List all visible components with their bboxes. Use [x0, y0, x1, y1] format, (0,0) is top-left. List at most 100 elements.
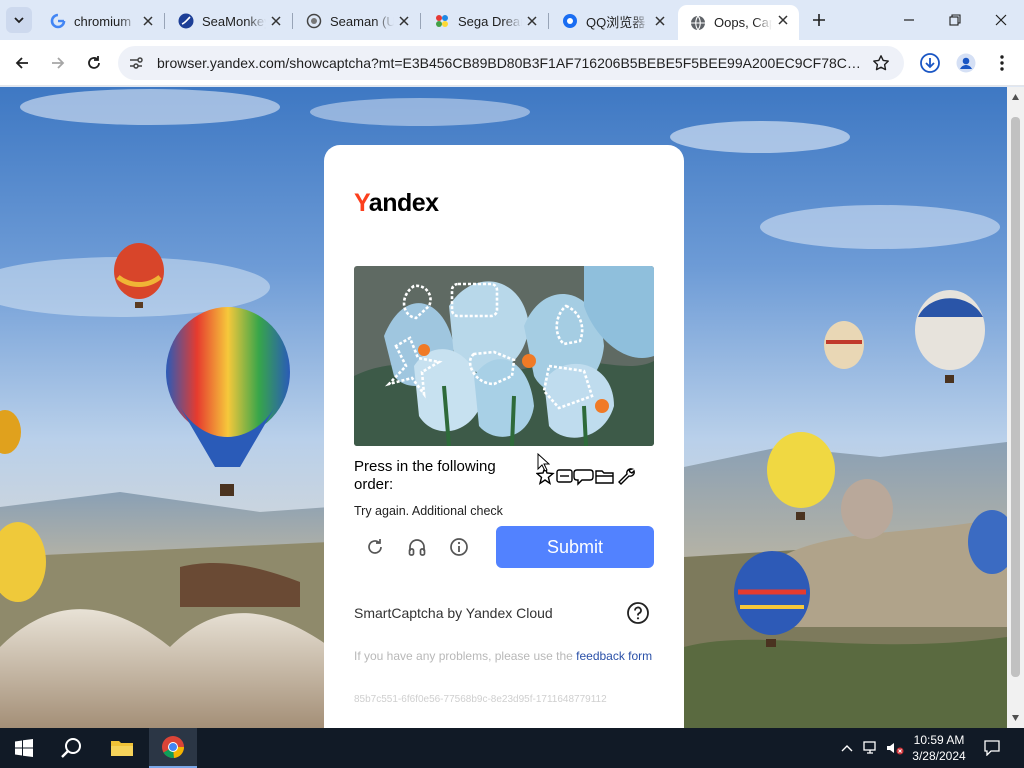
tab-seaman[interactable]: Seaman (U [294, 6, 421, 36]
tab-separator [164, 13, 165, 29]
seaman-icon [306, 13, 322, 29]
forward-button[interactable] [46, 51, 70, 75]
captcha-task-image[interactable] [354, 266, 654, 446]
sega-icon [434, 13, 450, 29]
plus-icon [813, 14, 825, 26]
site-info-icon[interactable] [128, 55, 144, 71]
smartcaptcha-brand-text: SmartCaptcha by Yandex Cloud [354, 605, 553, 621]
volume-muted-icon [887, 743, 904, 755]
clock-date: 3/28/2024 [912, 749, 966, 763]
tab-qq[interactable]: QQ浏览器 [550, 6, 676, 36]
arrow-right-icon [52, 57, 65, 69]
tab-separator [548, 13, 549, 29]
search-icon [61, 738, 81, 758]
bookmark-star-icon[interactable] [872, 54, 890, 72]
close-tab-icon[interactable] [140, 13, 156, 29]
page-scrollbar[interactable] [1007, 87, 1024, 728]
chrome-icon [162, 736, 185, 759]
captcha-info-button[interactable] [447, 535, 471, 559]
new-tab-button[interactable] [808, 9, 830, 31]
arrow-left-icon [15, 57, 28, 69]
notifications-button[interactable] [980, 728, 1004, 768]
submit-button[interactable]: Submit [496, 526, 654, 568]
tab-chromium[interactable]: chromium [38, 6, 165, 36]
download-icon [920, 53, 940, 73]
chrome-taskbar-button[interactable] [149, 728, 197, 768]
audio-captcha-button[interactable] [405, 535, 429, 559]
qq-icon [562, 13, 578, 29]
tab-title: Seaman (U [330, 13, 394, 29]
info-icon [450, 538, 468, 556]
tab-oops-captcha[interactable]: Oops, Captcha [678, 5, 799, 40]
notification-icon [984, 740, 1000, 756]
minimize-icon [904, 19, 914, 21]
network-tray-button[interactable] [860, 728, 882, 768]
google-icon [50, 13, 66, 29]
globe-icon [690, 15, 706, 31]
url-text[interactable]: browser.yandex.com/showcaptcha?mt=E3B456… [157, 55, 863, 71]
captcha-flowers-image [354, 266, 654, 446]
folder-icon [111, 741, 133, 756]
yandex-logo: Yandex [354, 189, 439, 217]
taskbar-clock[interactable]: 10:59 AM 3/28/2024 [908, 732, 970, 764]
browser-toolbar: browser.yandex.com/showcaptcha?mt=E3B456… [0, 40, 1024, 86]
downloads-button[interactable] [918, 51, 942, 75]
close-tab-icon[interactable] [268, 13, 284, 29]
tab-sega[interactable]: Sega Dreamcast [422, 6, 549, 36]
request-id: 85b7c551-6f6f0e56-77568b9c-8e23d95f-1711… [354, 694, 607, 705]
order-icons-sequence [535, 464, 636, 487]
tab-title: Oops, Captcha [714, 15, 772, 30]
profile-button[interactable] [954, 51, 978, 75]
minus-box-icon [556, 469, 573, 483]
close-tab-icon[interactable] [652, 13, 668, 29]
windows-logo-icon [15, 739, 33, 757]
minimize-button[interactable] [897, 8, 921, 32]
problems-text: If you have any problems, please use the… [354, 649, 653, 663]
folder-icon [595, 470, 614, 484]
scrollbar-thumb[interactable] [1011, 117, 1020, 677]
network-icon [863, 741, 876, 754]
show-hidden-icons-button[interactable] [838, 728, 856, 768]
wrench-icon [618, 468, 635, 485]
reload-button[interactable] [82, 51, 106, 75]
refresh-icon [368, 539, 382, 554]
close-tab-icon[interactable] [524, 13, 540, 29]
headphones-icon [408, 539, 426, 556]
feedback-form-link[interactable]: feedback form [576, 649, 652, 663]
scroll-up-icon[interactable] [1011, 93, 1020, 101]
tab-seamonkey[interactable]: SeaMonkey [166, 6, 293, 36]
close-window-button[interactable] [989, 8, 1013, 32]
refresh-captcha-button[interactable] [363, 535, 387, 559]
file-explorer-button[interactable] [98, 728, 146, 768]
seamonkey-icon [178, 13, 194, 29]
tab-search-button[interactable] [6, 7, 32, 33]
menu-button[interactable] [990, 51, 1014, 75]
captcha-card: Yandex Press in the following order: Try… [324, 145, 684, 728]
close-icon [995, 14, 1007, 26]
address-bar[interactable]: browser.yandex.com/showcaptcha?mt=E3B456… [118, 46, 904, 80]
search-button[interactable] [48, 728, 96, 768]
tab-title: chromium [74, 13, 132, 29]
back-button[interactable] [10, 51, 34, 75]
tab-separator [292, 13, 293, 29]
tab-title: QQ浏览器 [586, 14, 646, 30]
captcha-hint-text: Try again. Additional check [354, 504, 503, 518]
help-icon[interactable] [626, 601, 650, 625]
chevron-up-icon [841, 745, 853, 752]
more-vertical-icon [1000, 55, 1004, 71]
speech-bubble-icon [573, 469, 594, 486]
avatar-icon [956, 53, 976, 73]
close-tab-icon[interactable] [396, 13, 412, 29]
reload-icon [88, 56, 100, 69]
windows-taskbar: 10:59 AM 3/28/2024 [0, 728, 1024, 768]
tab-strip: chromium SeaMonkey Seaman (U Sega Dreamc… [0, 0, 1024, 40]
volume-tray-button[interactable] [884, 728, 906, 768]
page-viewport: Yandex Press in the following order: Try… [0, 87, 1007, 728]
restore-button[interactable] [943, 8, 967, 32]
mouse-cursor-icon [537, 453, 550, 472]
chevron-down-icon [14, 17, 24, 24]
scroll-down-icon[interactable] [1011, 714, 1020, 722]
close-tab-icon[interactable] [775, 12, 791, 28]
tab-title: Sega Dreamcast [458, 13, 522, 29]
start-button[interactable] [0, 728, 48, 768]
